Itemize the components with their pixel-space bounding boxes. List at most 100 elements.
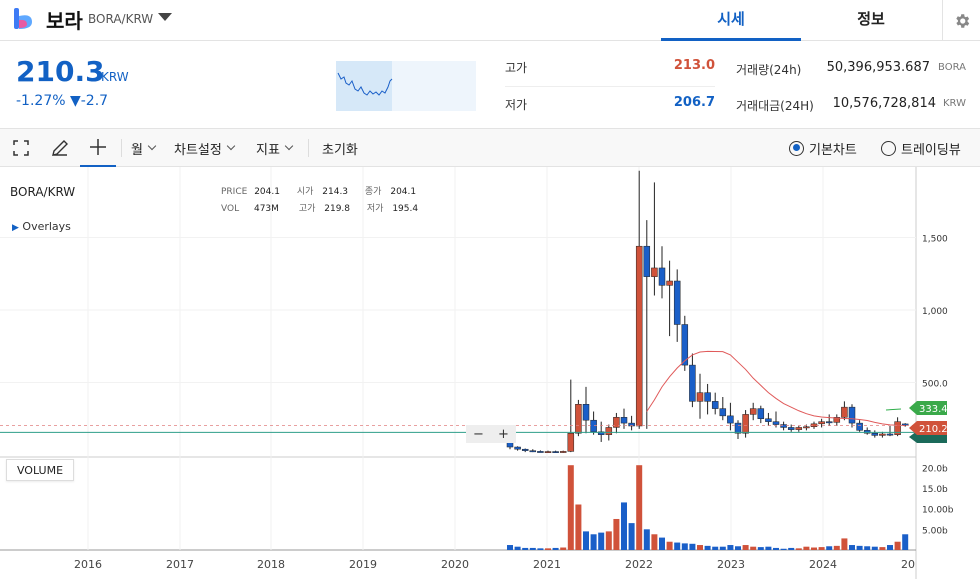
candle-body (613, 417, 620, 428)
volume-bar (567, 465, 574, 550)
candle-body (643, 245, 651, 277)
volume-bar (811, 547, 817, 550)
volume-bar (636, 465, 643, 550)
volume-bar (552, 547, 559, 550)
crosshair-icon (90, 139, 106, 155)
zoom-control: − + (466, 425, 516, 443)
candle-body (559, 451, 567, 453)
draw-tool-button[interactable] (50, 129, 70, 167)
volume-unit: BORA (938, 62, 966, 73)
period-dropdown[interactable]: 월 (131, 129, 157, 167)
candle-body (787, 427, 795, 430)
volume-axis-tick: 15.0b (922, 485, 948, 495)
candle-body (620, 417, 628, 424)
volume-bar (545, 548, 551, 550)
price-chart[interactable]: 333.4 210.2 500.0 1,000 1,500 5.00b 10.00b 15.… (0, 167, 980, 579)
price-axis-tick: 500.0 (922, 380, 948, 390)
price-axis-tick: 1,500 (922, 235, 948, 245)
volume-bar (537, 548, 544, 550)
basic-chart-radio[interactable]: 기본차트 (789, 129, 857, 167)
candle-body (689, 364, 696, 402)
volume-bar (841, 538, 848, 550)
candle-body (658, 267, 666, 286)
candle-body (749, 408, 757, 415)
time-axis-tick: 2020 (441, 558, 469, 571)
time-axis-tick: 2019 (349, 558, 377, 571)
current-price: 210.3 (16, 55, 105, 88)
chevron-down-icon (226, 141, 236, 151)
volume-bar (833, 545, 840, 550)
candle-body (666, 280, 673, 286)
candle-body (841, 406, 848, 418)
pair-dropdown-caret-icon[interactable] (158, 13, 172, 21)
indicator-dropdown[interactable]: 지표 (256, 129, 294, 167)
low-label: 저가 (505, 98, 528, 112)
volume-bar (727, 545, 734, 550)
volume-bar (773, 547, 779, 550)
candle-body (856, 422, 863, 431)
tab-quote[interactable]: 시세 (661, 0, 801, 41)
volume-bar (514, 546, 521, 550)
ohlc-vol-value: 473M (253, 204, 279, 214)
chevron-down-icon (147, 141, 157, 151)
candle-body (765, 418, 772, 422)
time-axis-tick: 2021 (533, 558, 561, 571)
toolbar-divider (121, 139, 122, 157)
chart-symbol: BORA/KRW (10, 185, 76, 199)
crosshair-button[interactable] (80, 129, 116, 167)
candle-body (575, 404, 582, 434)
chart-area[interactable]: 333.4 210.2 500.0 1,000 1,500 5.00b 10.00b 15.… (0, 167, 980, 579)
chart-settings-dropdown[interactable]: 차트설정 (174, 129, 236, 167)
ohlc-low-key: 저가 (366, 204, 384, 214)
time-axis-tick: 2018 (257, 558, 285, 571)
indicator-label: 지표 (256, 142, 280, 158)
basic-chart-label: 기본차트 (809, 142, 857, 158)
reset-button[interactable]: 초기화 (322, 129, 358, 167)
time-axis-tick: 2023 (717, 558, 745, 571)
volume-bar (803, 546, 810, 550)
volume-bar (560, 547, 567, 550)
candle-body (795, 427, 803, 430)
ohlc-price-key: PRICE (221, 187, 248, 197)
volume-bar (757, 547, 764, 550)
zoom-in-button[interactable]: + (498, 427, 509, 442)
zoom-out-button[interactable]: − (473, 427, 484, 442)
volume-bar (871, 546, 878, 550)
tradingview-radio[interactable]: 트레이딩뷰 (881, 129, 961, 167)
chart-toolbar: 월 차트설정 지표 초기화 기본차트 트레이딩뷰 (0, 129, 980, 167)
overlays-toggle[interactable]: ▶ Overlays (12, 220, 71, 233)
volume-bar (864, 546, 871, 550)
volume-axis-tick: 20.0b (922, 464, 948, 474)
volume-bar (856, 545, 863, 550)
chart-settings-label: 차트설정 (174, 142, 222, 158)
volume-bar (583, 531, 589, 550)
high-row: 고가 213.0 (505, 51, 715, 83)
fullscreen-button[interactable] (12, 129, 30, 167)
time-axis-tick: 2016 (74, 558, 102, 571)
ohlc-row-2: VOL 473M 고가 219.8 저가 195.4 (221, 201, 418, 214)
volume-bar (659, 537, 665, 550)
candle-body (590, 419, 597, 433)
ohlc-close-value: 204.1 (390, 187, 417, 197)
candle-body (635, 245, 643, 427)
volume-bar (826, 546, 833, 550)
time-axis-tick: 2024 (809, 558, 837, 571)
high-value: 213.0 (673, 58, 715, 73)
tab-info[interactable]: 정보 (801, 0, 941, 41)
settings-button[interactable] (942, 0, 980, 41)
candle-body (605, 427, 613, 435)
volume-value: 50,396,953.687 (826, 60, 930, 75)
ohlc-close-key: 종가 (364, 187, 382, 197)
gear-icon (955, 13, 969, 28)
candle-body (825, 421, 833, 424)
radio-unselected-icon (881, 140, 896, 156)
candle-body (544, 451, 552, 453)
volume-bar (902, 534, 909, 550)
price-summary: 210.3 KRW -1.27% ▼-2.7 고가 213.0 저가 206.7… (0, 41, 980, 129)
volume-bar (894, 541, 901, 550)
candle-body (514, 446, 521, 450)
candle-body (818, 421, 825, 425)
candle-body (673, 280, 681, 325)
toolbar-divider (308, 139, 309, 157)
candle-body (582, 404, 590, 421)
